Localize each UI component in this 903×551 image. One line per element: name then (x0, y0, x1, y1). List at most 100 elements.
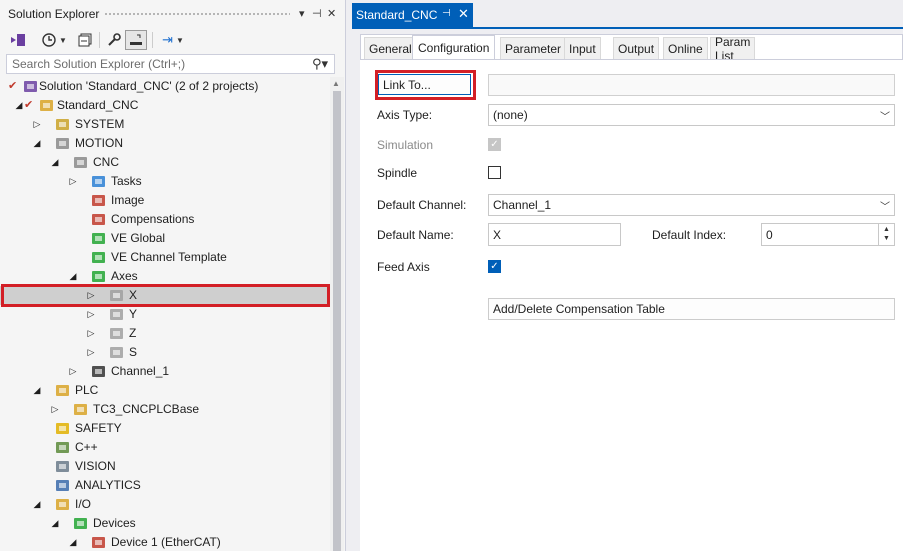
collapse-arrow-icon[interactable]: ◢ (68, 271, 78, 281)
tree-item-label: I/O (75, 497, 92, 511)
tree-item[interactable]: ◢ Axes (0, 267, 330, 286)
tree-item-label: S (129, 345, 138, 359)
collapse-arrow-icon[interactable]: ◢ (32, 385, 42, 395)
search-box[interactable]: ⚲▾ (6, 54, 335, 74)
axis-icon (108, 344, 124, 360)
analytics-icon (54, 477, 70, 493)
default-index-stepper[interactable]: 0 ▲ ▼ (761, 223, 895, 246)
tree-item[interactable]: ◢ MOTION (0, 134, 330, 153)
titlebar-grip[interactable] (104, 12, 290, 17)
tree-item[interactable]: ◢ CNC (0, 153, 330, 172)
tree-item[interactable]: ◢ ✔ Standard_CNC (0, 96, 330, 115)
collapse-arrow-icon[interactable]: ◢ (32, 138, 42, 148)
expand-arrow-icon[interactable]: ▷ (68, 176, 78, 186)
tab-output[interactable]: Output (613, 37, 660, 59)
search-input[interactable] (12, 57, 302, 71)
tree-item-label: Z (129, 326, 137, 340)
tree-item[interactable]: Compensations (0, 210, 330, 229)
properties-button[interactable] (104, 30, 124, 50)
tree-item[interactable]: ▷ Tasks (0, 172, 330, 191)
tab-parameter[interactable]: Parameter (500, 37, 567, 59)
tree-item[interactable]: ANALYTICS (0, 476, 330, 495)
channel-icon (90, 363, 106, 379)
tab-general[interactable]: General (364, 37, 417, 59)
ethercat-icon (90, 534, 106, 550)
expand-arrow-icon[interactable]: ▷ (86, 309, 96, 319)
tree-item[interactable]: ▷ Channel_1 (0, 362, 330, 381)
tree-item[interactable]: ✔ Solution 'Standard_CNC' (2 of 2 project… (0, 77, 330, 96)
vertical-scrollbar[interactable]: ▲ (330, 77, 344, 551)
stepper-down-icon[interactable]: ▼ (883, 235, 890, 242)
default-name-input[interactable]: X (488, 223, 621, 246)
add-delete-compensation-table-button[interactable]: Add/Delete Compensation Table (488, 298, 895, 320)
tree-item-label: C++ (75, 440, 98, 454)
tab-input[interactable]: Input (564, 37, 601, 59)
spindle-checkbox[interactable] (488, 166, 501, 179)
collapse-arrow-icon[interactable]: ◢ (50, 157, 60, 167)
expand-arrow-icon[interactable]: ▷ (68, 366, 78, 376)
tab-param-list[interactable]: Param List (710, 35, 756, 63)
compensations-icon (90, 211, 106, 227)
tab-online[interactable]: Online (663, 37, 708, 59)
plc-icon (54, 382, 70, 398)
expand-arrow-icon[interactable]: ▷ (50, 404, 60, 414)
tree-item[interactable]: ◢ PLC (0, 381, 330, 400)
search-icon[interactable]: ⚲▾ (312, 56, 328, 72)
scrollbar-thumb[interactable] (333, 91, 341, 551)
sync-arrow-icon: ⇥ (162, 32, 173, 47)
tree-item-label: Y (129, 307, 138, 321)
tree-item[interactable]: Image (0, 191, 330, 210)
collapse-arrow-icon[interactable]: ◢ (14, 100, 24, 110)
axis-type-select[interactable]: (none) ﹀ (488, 104, 895, 126)
expand-arrow-icon[interactable]: ▷ (86, 328, 96, 338)
tree-item[interactable]: VISION (0, 457, 330, 476)
tree-item[interactable]: VE Global (0, 229, 330, 248)
stepper-up-icon[interactable]: ▲ (883, 226, 890, 233)
tree-item[interactable]: ▷ SYSTEM (0, 115, 330, 134)
scroll-up-icon[interactable]: ▲ (332, 79, 340, 88)
tree-item-label: Tasks (111, 174, 142, 188)
tree-item[interactable]: ◢ Device 1 (EtherCAT) (0, 533, 330, 551)
tree-item-label: MOTION (75, 136, 123, 150)
collapse-arrow-icon[interactable]: ◢ (68, 537, 78, 547)
tree-item-label: Devices (93, 516, 136, 530)
tree-item[interactable]: VE Channel Template (0, 248, 330, 267)
document-tab-standard-cnc[interactable]: Standard_CNC ⊣ ✕ (352, 3, 473, 27)
tree-item[interactable]: ◢ I/O (0, 495, 330, 514)
devices-icon (72, 515, 88, 531)
switch-views-button[interactable] (8, 30, 28, 50)
collapse-all-button[interactable] (75, 30, 95, 50)
pending-changes-filter-button[interactable]: ▼ (40, 30, 68, 50)
tree-item[interactable]: ◢ Devices (0, 514, 330, 533)
pin-tab-icon[interactable]: ⊣ (442, 8, 451, 19)
default-channel-select[interactable]: Channel_1 ﹀ (488, 194, 895, 216)
feed-axis-checkbox[interactable]: ✓ (488, 260, 501, 273)
expand-arrow-icon[interactable]: ▷ (86, 347, 96, 357)
collapse-arrow-icon[interactable]: ◢ (32, 499, 42, 509)
tree-item[interactable]: ▷ TC3_CNCPLCBase (0, 400, 330, 419)
stepper-buttons[interactable]: ▲ ▼ (878, 224, 894, 246)
auto-hide-pin-icon[interactable]: ⊣ (312, 7, 322, 20)
window-position-dropdown-icon[interactable]: ▾ (299, 7, 305, 20)
close-panel-icon[interactable]: ✕ (327, 7, 336, 20)
solution-tree: ✔ Solution 'Standard_CNC' (2 of 2 project… (0, 77, 330, 551)
expand-arrow-icon[interactable]: ▷ (86, 290, 96, 300)
tree-item[interactable]: ▷ S (0, 343, 330, 362)
tree-item[interactable]: ▷ Z (0, 324, 330, 343)
tree-item[interactable]: ▷ X (0, 286, 330, 305)
preview-selected-button[interactable] (125, 30, 147, 50)
tree-item[interactable]: ▷ Y (0, 305, 330, 324)
expand-arrow-icon[interactable]: ▷ (32, 119, 42, 129)
tree-item-label: Device 1 (EtherCAT) (111, 535, 221, 549)
tree-item[interactable]: C++ (0, 438, 330, 457)
tree-item-label: Axes (111, 269, 138, 283)
collapse-arrow-icon[interactable]: ◢ (50, 518, 60, 528)
close-tab-icon[interactable]: ✕ (458, 6, 469, 22)
link-to-button[interactable]: Link To... (378, 74, 471, 95)
project-icon (38, 97, 54, 113)
tab-configuration[interactable]: Configuration (412, 35, 496, 59)
tree-item-label: VE Channel Template (111, 250, 227, 264)
tree-item[interactable]: SAFETY (0, 419, 330, 438)
default-name-value: X (493, 227, 502, 242)
sync-with-active-document-button[interactable]: ⇥ ▼ (158, 30, 188, 50)
